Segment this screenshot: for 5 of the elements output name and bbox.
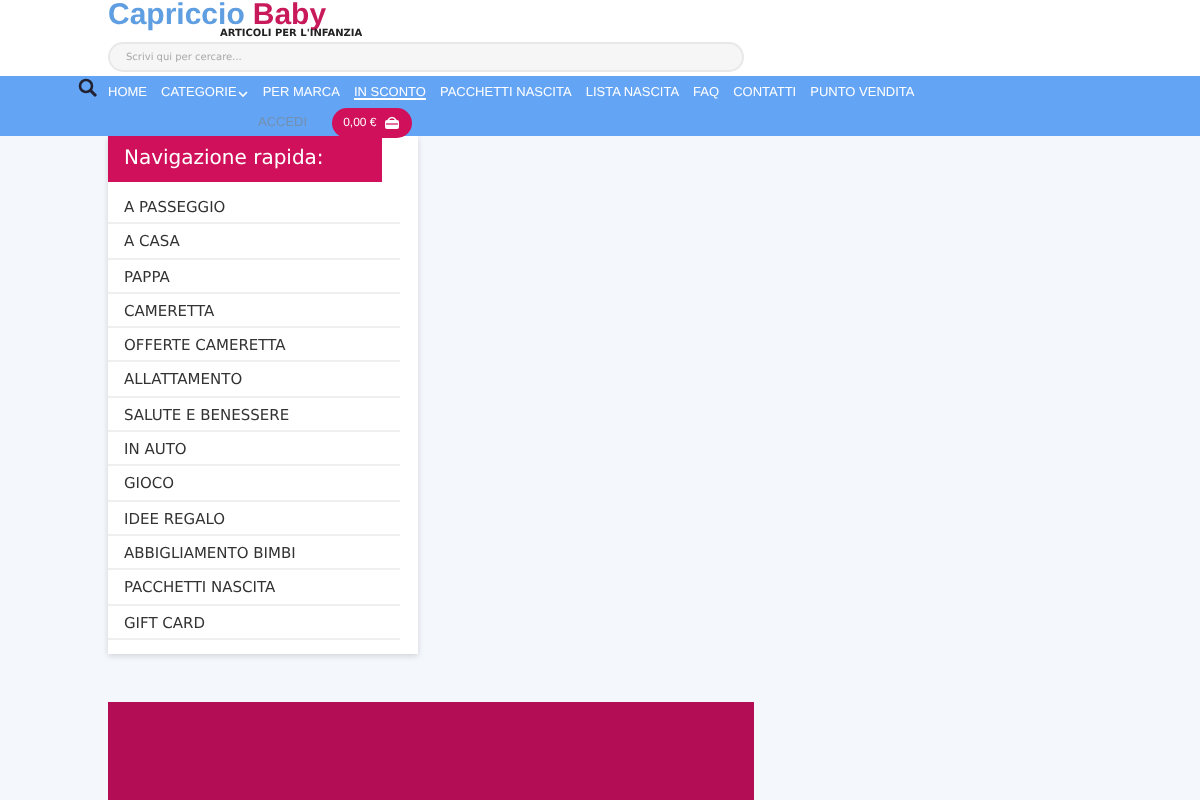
logo-text: Capriccio (108, 0, 245, 30)
search-icon[interactable] (78, 78, 98, 98)
logo-text: Baby (252, 0, 327, 30)
quick-nav-title: Navigazione rapida: (108, 136, 382, 182)
basket-icon (384, 116, 401, 130)
